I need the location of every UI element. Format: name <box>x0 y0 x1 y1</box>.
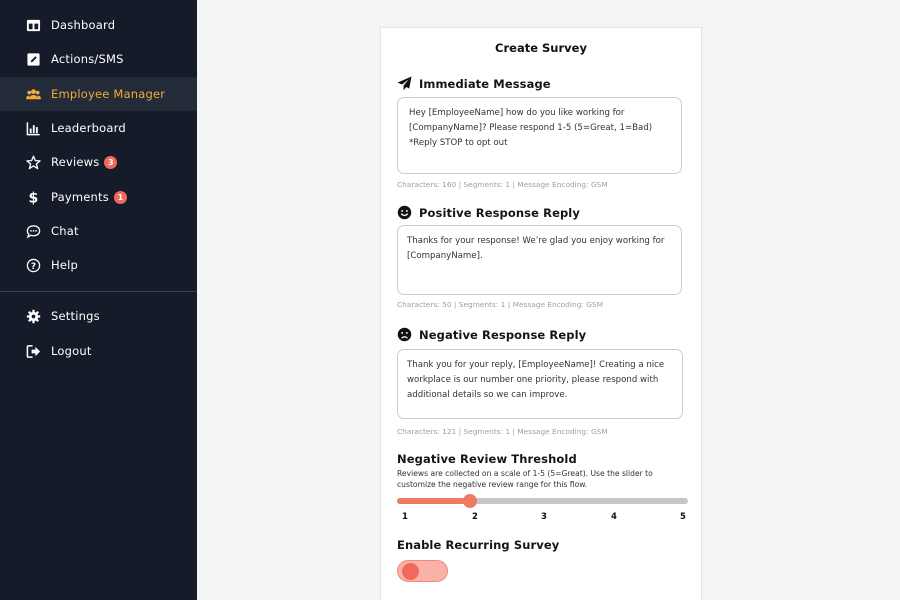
slider-fill <box>397 498 470 504</box>
logout-icon <box>26 344 41 359</box>
positive-reply-meta: Characters: 50 | Segments: 1 | Message E… <box>397 300 604 309</box>
slider-tick: 4 <box>611 512 617 522</box>
sidebar-item-logout[interactable]: Logout <box>0 334 197 368</box>
sidebar-item-dashboard[interactable]: Dashboard <box>0 8 197 42</box>
sidebar-item-chat[interactable]: Chat <box>0 214 197 248</box>
gear-icon <box>26 309 41 324</box>
negative-reply-input[interactable]: Thank you for your reply, [EmployeeName]… <box>397 349 683 419</box>
slider-tick: 5 <box>680 512 686 522</box>
section-title: Enable Recurring Survey <box>397 538 560 552</box>
bar-chart-icon <box>26 121 41 136</box>
recurring-survey-toggle[interactable] <box>397 560 448 582</box>
positive-reply-heading: Positive Response Reply <box>397 205 580 220</box>
survey-card: Create Survey Immediate Message Hey [Emp… <box>380 27 702 600</box>
immediate-message-meta: Characters: 160 | Segments: 1 | Message … <box>397 180 608 189</box>
sidebar-item-actions-sms[interactable]: Actions/SMS <box>0 42 197 76</box>
section-title: Positive Response Reply <box>419 205 580 220</box>
reviews-count-badge: 3 <box>104 155 118 169</box>
section-title: Immediate Message <box>419 76 551 91</box>
sidebar-item-label: Employee Manager <box>51 87 166 101</box>
section-title: Negative Review Threshold <box>397 452 577 466</box>
sidebar-item-label: Payments <box>51 190 109 204</box>
sidebar-item-label: Reviews <box>51 155 100 169</box>
sidebar-item-label: Actions/SMS <box>51 52 124 66</box>
frown-icon <box>397 327 412 342</box>
chat-icon <box>26 224 41 239</box>
dashboard-icon <box>26 18 41 33</box>
recurring-heading: Enable Recurring Survey <box>397 538 559 552</box>
help-icon: ? <box>26 258 41 273</box>
negative-reply-heading: Negative Response Reply <box>397 327 586 342</box>
sidebar-item-label: Settings <box>51 309 100 323</box>
negative-reply-meta: Characters: 121 | Segments: 1 | Message … <box>397 427 608 436</box>
star-icon <box>26 155 41 170</box>
sidebar-item-help[interactable]: ? Help <box>0 248 197 282</box>
sidebar-item-employee-manager[interactable]: Employee Manager <box>0 77 197 111</box>
sidebar-item-label: Leaderboard <box>51 121 126 135</box>
edit-icon <box>26 52 41 67</box>
sidebar-item-leaderboard[interactable]: Leaderboard <box>0 111 197 145</box>
slider-thumb[interactable] <box>462 494 477 508</box>
send-icon <box>397 76 412 91</box>
slider-tick: 2 <box>472 512 478 522</box>
section-title: Negative Response Reply <box>419 327 587 342</box>
sidebar-item-label: Logout <box>51 344 92 358</box>
slider-tick: 3 <box>541 512 547 522</box>
sidebar-item-settings[interactable]: Settings <box>0 299 197 333</box>
sidebar-item-reviews[interactable]: Reviews 3 <box>0 145 197 179</box>
immediate-message-input[interactable]: Hey [EmployeeName] how do you like worki… <box>397 97 682 174</box>
payments-count-badge: 1 <box>113 190 127 204</box>
dollar-icon: $ <box>26 190 41 204</box>
sidebar-divider <box>0 291 197 292</box>
immediate-message-heading: Immediate Message <box>397 76 551 91</box>
svg-text:$: $ <box>29 190 39 204</box>
positive-reply-input[interactable]: Thanks for your response! We’re glad you… <box>397 225 682 295</box>
threshold-slider[interactable] <box>397 494 688 508</box>
sidebar: Dashboard Actions/SMS Employee Manager L… <box>0 0 197 600</box>
sidebar-item-payments[interactable]: $ Payments 1 <box>0 180 197 214</box>
users-icon <box>26 87 41 102</box>
toggle-knob <box>402 563 419 580</box>
sidebar-item-label: Help <box>51 258 79 272</box>
smile-icon <box>397 205 412 220</box>
svg-text:?: ? <box>31 261 36 271</box>
slider-tick: 1 <box>402 512 408 522</box>
sidebar-item-label: Chat <box>51 224 79 238</box>
threshold-heading: Negative Review Threshold <box>397 452 577 466</box>
sidebar-item-label: Dashboard <box>51 18 116 32</box>
page-title: Create Survey <box>495 41 587 55</box>
threshold-description: Reviews are collected on a scale of 1-5 … <box>397 469 653 489</box>
